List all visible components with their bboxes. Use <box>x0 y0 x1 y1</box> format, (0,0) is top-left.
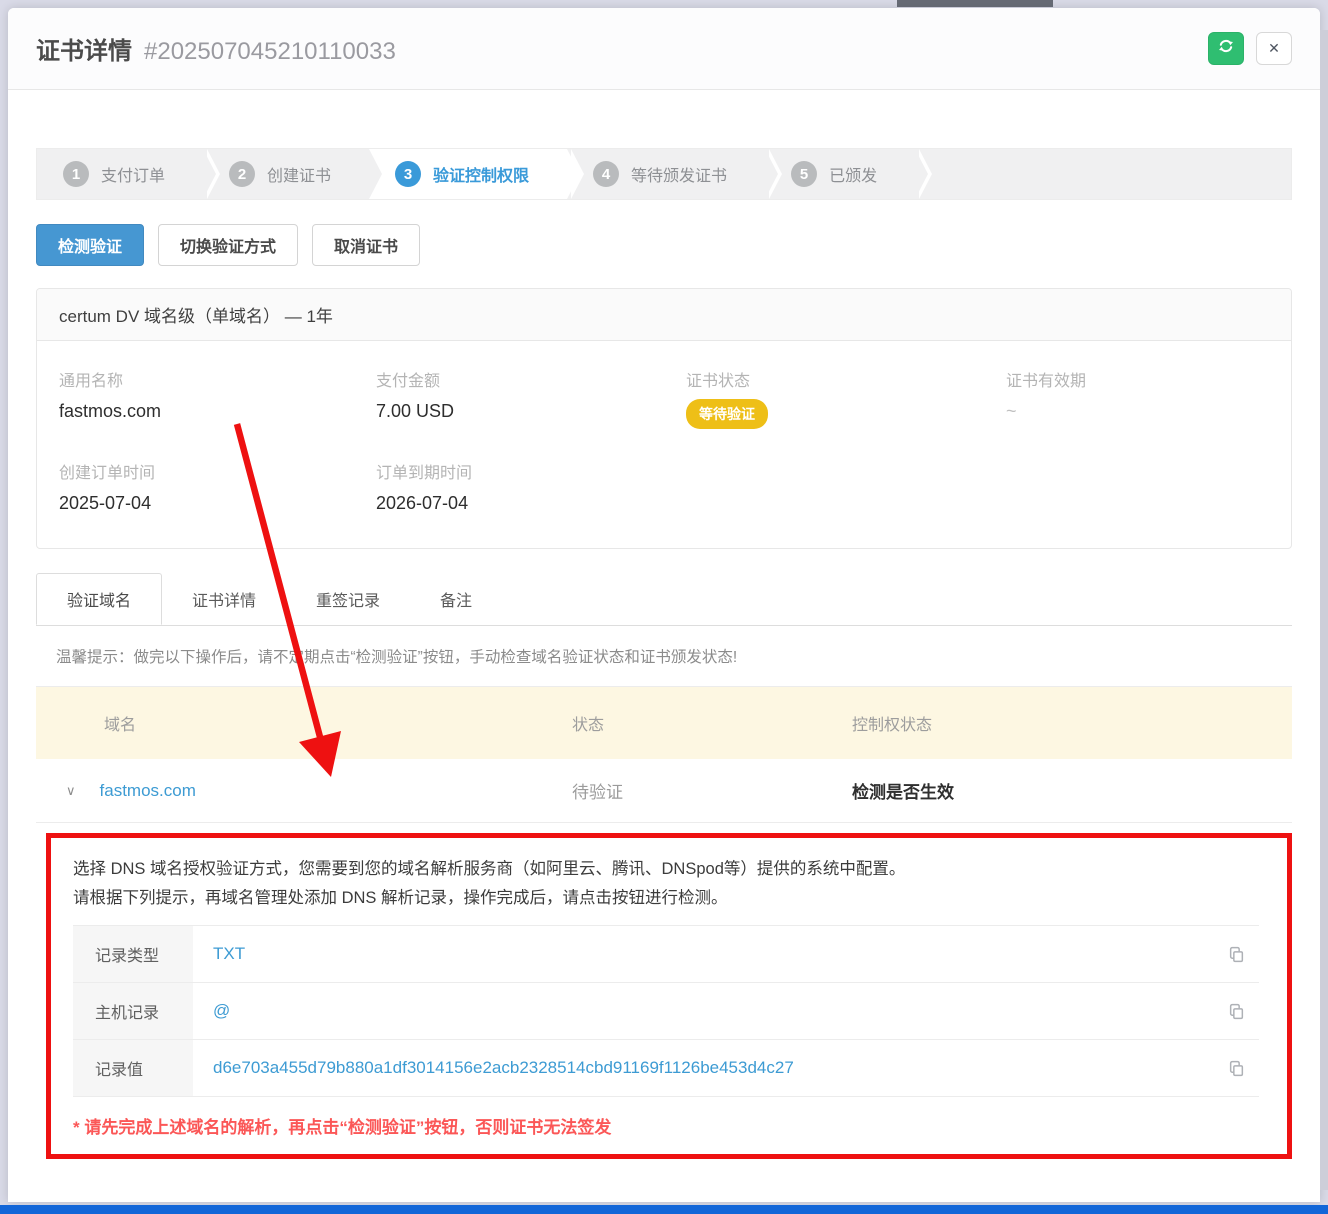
dns-verification-section-red-annotation: 选择 DNS 域名授权验证方式，您需要到您的域名解析服务商（如阿里云、腾讯、DN… <box>46 833 1292 1159</box>
dns-intro: 选择 DNS 域名授权验证方式，您需要到您的域名解析服务商（如阿里云、腾讯、DN… <box>73 855 1259 926</box>
tab-verify-domain[interactable]: 验证域名 <box>36 573 162 625</box>
modal-content: 1 支付订单 2 创建证书 3 验证控制权限 4 等待颁发证书 5 已颁发 检测… <box>8 90 1320 1187</box>
close-button[interactable]: ✕ <box>1256 32 1292 65</box>
field-amount: 支付金额 7.00 USD <box>376 367 686 429</box>
domain-table-header: 域名 状态 控制权状态 <box>36 687 1292 759</box>
field-expire-time: 订单到期时间 2026-07-04 <box>376 459 686 514</box>
page-scrollbar[interactable] <box>1320 30 1328 1190</box>
title-wrap: 证书详情 #202507045210110033 <box>36 31 396 66</box>
status-badge: 等待验证 <box>686 399 768 429</box>
dns-record-table: 记录类型 TXT 主机记录 @ <box>73 926 1259 1097</box>
step-create-cert: 2 创建证书 <box>203 149 369 199</box>
copy-button[interactable] <box>1213 983 1259 1039</box>
header-domain: 域名 <box>36 711 572 735</box>
step-pay-order: 1 支付订单 <box>37 149 203 199</box>
record-row-host: 主机记录 @ <box>73 983 1259 1040</box>
control-status-link[interactable]: 检测是否生效 <box>852 778 1292 803</box>
tab-remark[interactable]: 备注 <box>410 573 502 625</box>
copy-icon <box>1228 1003 1245 1020</box>
step-number-badge: 1 <box>63 161 89 187</box>
copy-icon <box>1228 946 1245 963</box>
modal-header: 证书详情 #202507045210110033 ✕ <box>8 8 1320 90</box>
step-verify-control: 3 验证控制权限 <box>369 149 567 199</box>
check-verify-button[interactable]: 检测验证 <box>36 224 144 266</box>
chevron-down-icon[interactable]: ∨ <box>66 783 76 799</box>
record-row-type: 记录类型 TXT <box>73 926 1259 983</box>
copy-button[interactable] <box>1213 926 1259 982</box>
record-txt-value[interactable]: d6e703a455d79b880a1df3014156e2acb2328514… <box>193 1040 1213 1096</box>
step-wait-issue: 4 等待颁发证书 <box>567 149 765 199</box>
step-number-badge: 2 <box>229 161 255 187</box>
close-icon: ✕ <box>1268 40 1280 57</box>
certificate-panel: certum DV 域名级（单域名） — 1年 通用名称 fastmos.com… <box>36 288 1292 549</box>
record-row-value: 记录值 d6e703a455d79b880a1df3014156e2acb232… <box>73 1040 1259 1097</box>
field-created-time: 创建订单时间 2025-07-04 <box>59 459 376 514</box>
tip-text: 温馨提示：做完以下操作后，请不定期点击“检测验证”按钮，手动检查域名验证状态和证… <box>36 626 1292 687</box>
dns-intro-line2: 请根据下列提示，再域名管理处添加 DNS 解析记录，操作完成后，请点击按钮进行检… <box>73 884 1259 913</box>
domain-table-row: ∨ fastmos.com 待验证 检测是否生效 <box>36 759 1292 823</box>
step-number-badge: 5 <box>791 161 817 187</box>
copy-button[interactable] <box>1213 1040 1259 1096</box>
step-wizard: 1 支付订单 2 创建证书 3 验证控制权限 4 等待颁发证书 5 已颁发 <box>36 148 1292 200</box>
page-title: 证书详情 <box>36 31 132 66</box>
domain-status: 待验证 <box>572 778 852 803</box>
tab-reissue-record[interactable]: 重签记录 <box>286 573 410 625</box>
certificate-detail-modal: 证书详情 #202507045210110033 ✕ <box>8 8 1320 1202</box>
step-number-badge: 3 <box>395 161 421 187</box>
record-host-value[interactable]: @ <box>193 983 1213 1039</box>
background-page-artifact <box>897 0 1053 7</box>
tab-cert-detail[interactable]: 证书详情 <box>162 573 286 625</box>
dns-intro-line1: 选择 DNS 域名授权验证方式，您需要到您的域名解析服务商（如阿里云、腾讯、DN… <box>73 855 1259 884</box>
bottom-blue-strip <box>0 1205 1328 1214</box>
record-type-value[interactable]: TXT <box>193 926 1213 982</box>
dns-warning-text: * 请先完成上述域名的解析，再点击“检测验证”按钮，否则证书无法签发 <box>73 1113 1259 1138</box>
switch-method-button[interactable]: 切换验证方式 <box>158 224 298 266</box>
domain-link[interactable]: fastmos.com <box>100 781 196 801</box>
tab-bar: 验证域名 证书详情 重签记录 备注 <box>36 573 1292 626</box>
field-common-name: 通用名称 fastmos.com <box>59 367 376 429</box>
field-validity: 证书有效期 ~ <box>1006 367 1269 429</box>
action-bar: 检测验证 切换验证方式 取消证书 <box>36 224 1292 266</box>
refresh-icon <box>1218 38 1234 59</box>
header-control-status: 控制权状态 <box>852 711 1292 735</box>
order-number: #202507045210110033 <box>144 38 396 66</box>
header-status: 状态 <box>572 711 852 735</box>
step-number-badge: 4 <box>593 161 619 187</box>
step-issued: 5 已颁发 <box>765 149 915 199</box>
cancel-cert-button[interactable]: 取消证书 <box>312 224 420 266</box>
copy-icon <box>1228 1060 1245 1077</box>
refresh-button[interactable] <box>1208 32 1244 65</box>
product-title: certum DV 域名级（单域名） — 1年 <box>37 289 1291 341</box>
field-cert-status: 证书状态 等待验证 <box>686 367 1006 429</box>
